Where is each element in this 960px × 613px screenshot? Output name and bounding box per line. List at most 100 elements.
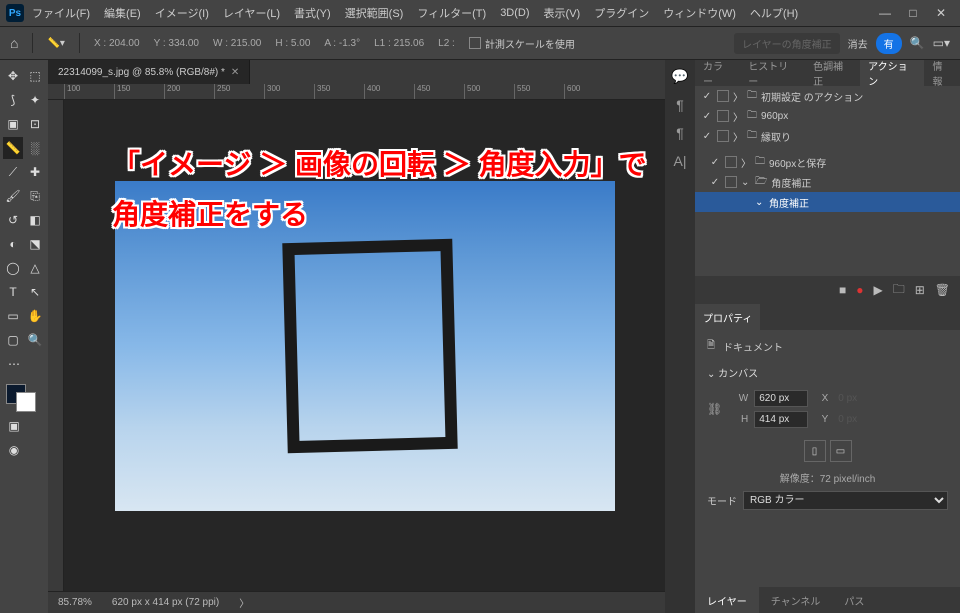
- menu-image[interactable]: イメージ(I): [149, 2, 215, 24]
- action-set-default[interactable]: ✓〉🗀初期設定 のアクション: [695, 86, 960, 106]
- menu-file[interactable]: ファイル(F): [26, 2, 96, 24]
- search-icon[interactable]: 🔍: [910, 36, 925, 50]
- stamp-tool[interactable]: ⎘: [25, 185, 45, 207]
- blue-pill-button[interactable]: 有: [876, 33, 902, 54]
- eyedropper-tool[interactable]: ⟋: [3, 161, 23, 183]
- eraser-tool[interactable]: ◧: [25, 209, 45, 231]
- selection-tool[interactable]: ✦: [25, 89, 45, 111]
- measure-l1-label: L1 : 215.06: [374, 38, 424, 49]
- marquee-tool[interactable]: ⬚: [25, 65, 45, 87]
- menu-help[interactable]: ヘルプ(H): [744, 2, 804, 24]
- options-bar: ⌂ 📏▾ X : 204.00 Y : 334.00 W : 215.00 H …: [0, 26, 960, 60]
- orientation-portrait-icon[interactable]: ▯: [804, 440, 826, 462]
- clear-button[interactable]: 消去: [848, 36, 868, 51]
- vertical-ruler: [48, 100, 64, 591]
- crop-tool[interactable]: ▣: [3, 113, 23, 135]
- picture-frame: [282, 238, 457, 452]
- tab-info[interactable]: 情報: [924, 60, 960, 86]
- menu-type[interactable]: 書式(Y): [288, 2, 337, 24]
- brush-tool[interactable]: 🖌: [3, 185, 23, 207]
- tab-actions[interactable]: アクション: [860, 60, 924, 86]
- hand-tool[interactable]: ✋: [25, 305, 45, 327]
- tab-paths[interactable]: パス: [832, 587, 876, 613]
- measure-w-label: W : 215.00: [213, 38, 261, 49]
- gradient-tool[interactable]: ◐: [3, 233, 23, 255]
- document-tabs: 22314099_s.jpg @ 85.8% (RGB/8#) * ✕: [48, 60, 665, 84]
- move-tool[interactable]: ✥: [3, 65, 23, 87]
- canvas[interactable]: [64, 100, 665, 591]
- record-icon[interactable]: ●: [856, 283, 863, 297]
- tab-color[interactable]: カラー: [695, 60, 740, 86]
- delete-icon[interactable]: 🗑: [935, 283, 950, 297]
- type-icon[interactable]: A|: [674, 153, 687, 169]
- tools-panel: ✥⬚ ⟆✦ ▣⊡ 📏░ ⟋✚ 🖌⎘ ↺◧ ◐⬔ ◯△ T↖ ▭✋ ▢🔍 ⋯ ▣ …: [0, 60, 48, 613]
- action-set-border[interactable]: ✓〉🗀縁取り: [695, 126, 960, 146]
- shape-tool[interactable]: ▢: [3, 329, 23, 351]
- workspace-icon[interactable]: ▭▾: [933, 36, 950, 50]
- horizontal-ruler: 100150200250300350400450500550600: [48, 84, 665, 100]
- menu-select[interactable]: 選択範囲(S): [339, 2, 410, 24]
- tab-properties[interactable]: プロパティ: [695, 304, 760, 330]
- menu-filter[interactable]: フィルター(T): [411, 2, 492, 24]
- resolution-label: 解像度：72 pixel/inch: [707, 470, 948, 485]
- canvas-y-value: 0 px: [834, 412, 888, 427]
- quick-mask-tool[interactable]: ▣: [3, 415, 25, 437]
- window-close-button[interactable]: ✕: [928, 6, 954, 20]
- canvas-height-input[interactable]: [754, 411, 808, 428]
- action-set-960[interactable]: ✓〉🗀960px: [695, 106, 960, 126]
- frame-tool[interactable]: ⊡: [25, 113, 45, 135]
- action-set-angle[interactable]: ✓⌄🗁角度補正: [695, 172, 960, 192]
- collapsed-panel-rail: 💬 ¶ ¶ A|: [665, 60, 695, 613]
- tab-layers[interactable]: レイヤー: [695, 587, 759, 613]
- canvas-section-header[interactable]: ⌄ カンバス: [707, 365, 948, 380]
- character-icon[interactable]: ¶: [676, 125, 684, 141]
- lasso-tool[interactable]: ⟆: [3, 89, 23, 111]
- link-dimensions-icon[interactable]: ⛓: [707, 402, 722, 416]
- tab-history[interactable]: ヒストリー: [740, 60, 805, 86]
- dodge-tool[interactable]: ◯: [3, 257, 23, 279]
- menu-window[interactable]: ウィンドウ(W): [657, 2, 742, 24]
- blur-tool[interactable]: ⬔: [25, 233, 45, 255]
- sharpen-tool[interactable]: △: [25, 257, 45, 279]
- action-set-960save[interactable]: ✓〉🗀960pxと保存: [695, 152, 960, 172]
- edit-toolbar-button[interactable]: ⋯: [3, 353, 25, 375]
- menu-layer[interactable]: レイヤー(L): [217, 2, 286, 24]
- tab-adjust[interactable]: 色調補正: [805, 60, 860, 86]
- play-icon[interactable]: ▶: [873, 283, 882, 297]
- rectangle-tool[interactable]: ▭: [3, 305, 23, 327]
- ruler-tool[interactable]: 📏: [3, 137, 23, 159]
- screen-mode-tool[interactable]: ◉: [3, 439, 25, 461]
- window-minimize-button[interactable]: —: [872, 6, 898, 20]
- menu-3d[interactable]: 3D(D): [494, 4, 535, 22]
- ruler-tool-icon[interactable]: 📏▾: [47, 38, 64, 49]
- zoom-tool[interactable]: 🔍: [25, 329, 45, 351]
- tab-channels[interactable]: チャンネル: [759, 587, 833, 613]
- color-mode-select[interactable]: RGB カラー: [743, 491, 948, 510]
- comment-icon[interactable]: 💬: [671, 68, 688, 85]
- orientation-landscape-icon[interactable]: ▭: [830, 440, 852, 462]
- window-maximize-button[interactable]: □: [900, 6, 926, 20]
- action-angle-correction[interactable]: ⌄角度補正: [695, 192, 960, 212]
- canvas-width-input[interactable]: [754, 390, 808, 407]
- close-tab-icon[interactable]: ✕: [231, 67, 239, 78]
- document-type-row: 🗎ドキュメント: [707, 338, 948, 355]
- use-scale-checkbox[interactable]: 計測スケールを使用: [469, 36, 575, 51]
- color-swatches[interactable]: [2, 384, 42, 414]
- paragraph-icon[interactable]: ¶: [676, 97, 684, 113]
- new-action-icon[interactable]: ⊞: [915, 283, 925, 297]
- document-tab[interactable]: 22314099_s.jpg @ 85.8% (RGB/8#) * ✕: [48, 60, 250, 84]
- new-set-icon[interactable]: 🗀: [893, 280, 905, 301]
- heal-tool[interactable]: ✚: [25, 161, 45, 183]
- menu-plugin[interactable]: プラグイン: [588, 2, 655, 24]
- path-select-tool[interactable]: ↖: [25, 281, 45, 303]
- measure-x-label: X : 204.00: [94, 38, 140, 49]
- menu-edit[interactable]: 編集(E): [98, 2, 147, 24]
- type-tool[interactable]: T: [3, 281, 23, 303]
- quick-select-tool[interactable]: ░: [25, 137, 45, 159]
- zoom-level[interactable]: 85.78%: [58, 597, 92, 608]
- home-icon[interactable]: ⌂: [10, 35, 18, 51]
- history-brush-tool[interactable]: ↺: [3, 209, 23, 231]
- status-bar: 85.78% 620 px x 414 px (72 ppi) 〉: [48, 591, 665, 613]
- stop-record-icon[interactable]: ■: [839, 283, 846, 297]
- menu-view[interactable]: 表示(V): [538, 2, 587, 24]
